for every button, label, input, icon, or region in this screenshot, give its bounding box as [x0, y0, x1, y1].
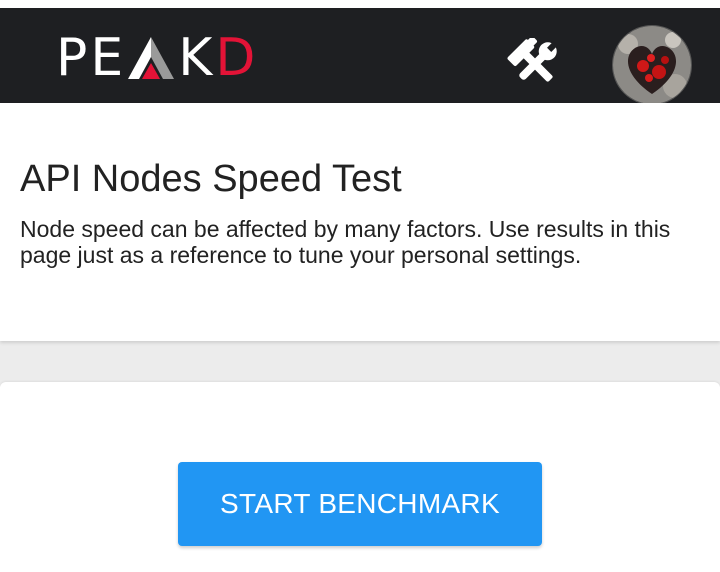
benchmark-card: START BENCHMARK — [0, 382, 720, 572]
logo-letter-e: E — [90, 28, 127, 88]
top-strip — [0, 0, 720, 8]
page-title: API Nodes Speed Test — [20, 158, 402, 200]
speed-test-intro-card: API Nodes Speed Test Node speed can be a… — [0, 103, 720, 341]
start-benchmark-button[interactable]: START BENCHMARK — [178, 462, 542, 546]
page-description: Node speed can be affected by many facto… — [20, 216, 671, 268]
logo-a-mark-icon — [128, 37, 175, 79]
user-avatar[interactable] — [612, 25, 692, 105]
hammer-wrench-icon — [507, 38, 558, 82]
tools-button[interactable] — [500, 36, 570, 92]
logo-letter-k: K — [178, 28, 216, 88]
avatar-image-icon — [613, 26, 691, 104]
top-navbar: P E K D — [0, 8, 720, 105]
logo-letter-d: D — [215, 28, 259, 88]
peakd-logo[interactable]: P E K D — [56, 28, 259, 88]
logo-letter-p: P — [56, 28, 91, 88]
